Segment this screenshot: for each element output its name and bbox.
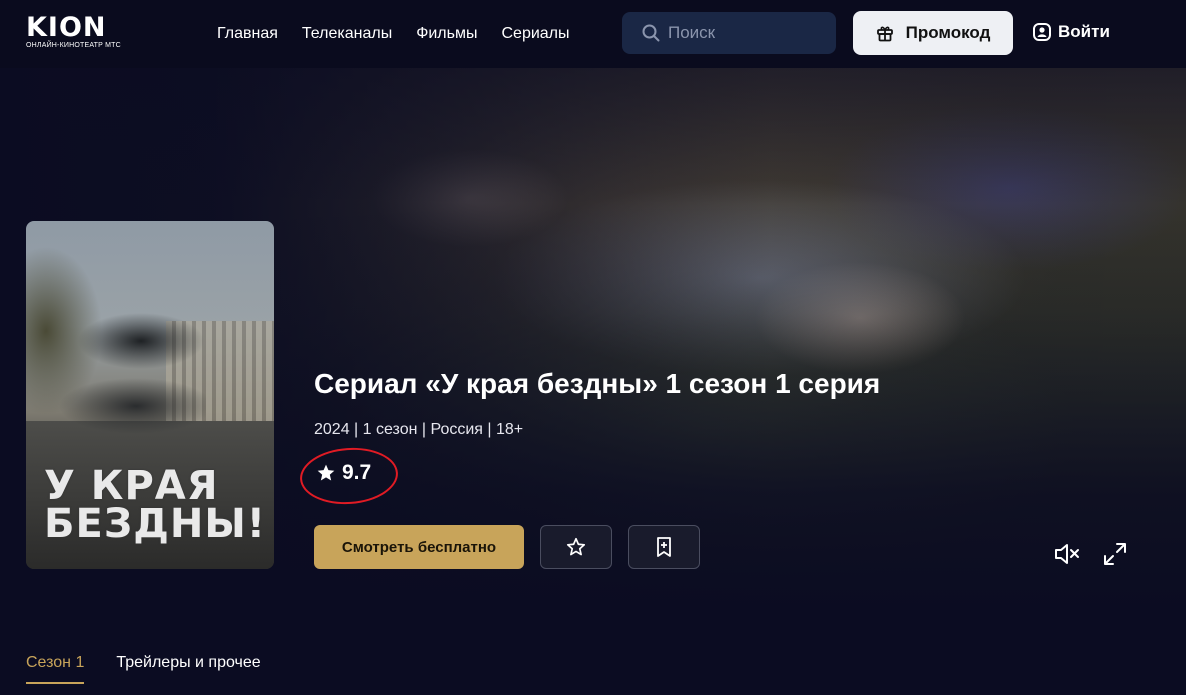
favorite-button[interactable] [540, 525, 612, 569]
login-label: Войти [1058, 22, 1110, 41]
star-icon [566, 537, 586, 556]
series-poster: У КРАЯ БЕЗДНЫ! [26, 221, 274, 569]
content-tabs: Сезон 1 Трейлеры и прочее [26, 654, 293, 684]
promo-button[interactable]: Промокод [853, 11, 1013, 55]
search-box[interactable] [622, 12, 836, 54]
kion-logo[interactable]: KION ОНЛАЙН-КИНОТЕАТР МТС [26, 14, 130, 52]
poster-sniper [26, 221, 206, 471]
logo-subtitle: ОНЛАЙН-КИНОТЕАТР МТС [26, 42, 121, 49]
poster-title-line2: БЕЗДНЫ! [44, 501, 267, 547]
watch-free-button[interactable]: Смотреть бесплатно [314, 525, 524, 569]
nav-item-movies[interactable]: Фильмы [416, 24, 477, 44]
nav-item-series[interactable]: Сериалы [501, 24, 569, 44]
add-to-list-button[interactable] [628, 525, 700, 569]
mute-button[interactable] [1053, 541, 1081, 572]
fullscreen-button[interactable] [1102, 541, 1128, 572]
top-header: KION ОНЛАЙН-КИНОТЕАТР МТС Главная Телека… [0, 0, 1186, 68]
series-meta: 2024 | 1 сезон | Россия | 18+ [314, 421, 524, 438]
nav-item-home[interactable]: Главная [217, 24, 278, 44]
page-title: Сериал «У края бездны» 1 сезон 1 серия [314, 368, 881, 399]
user-icon [1033, 23, 1051, 41]
nav-item-tv-channels[interactable]: Телеканалы [302, 24, 392, 44]
poster-title-line1: У КРАЯ [44, 463, 219, 509]
tab-season-1[interactable]: Сезон 1 [26, 654, 85, 684]
bookmark-plus-icon [657, 537, 671, 557]
search-icon [642, 24, 660, 42]
promo-label: Промокод [905, 23, 991, 42]
gift-icon [876, 26, 893, 42]
poster-title: У КРАЯ БЕЗДНЫ! [44, 463, 274, 547]
tab-trailers[interactable]: Трейлеры и прочее [116, 654, 260, 684]
mute-icon [1055, 544, 1079, 564]
search-input[interactable] [666, 22, 820, 44]
fullscreen-icon [1104, 543, 1126, 565]
logo-word: KION [26, 12, 107, 43]
login-button[interactable]: Войти [1032, 22, 1110, 42]
main-nav: Главная Телеканалы Фильмы Сериалы [217, 24, 594, 44]
